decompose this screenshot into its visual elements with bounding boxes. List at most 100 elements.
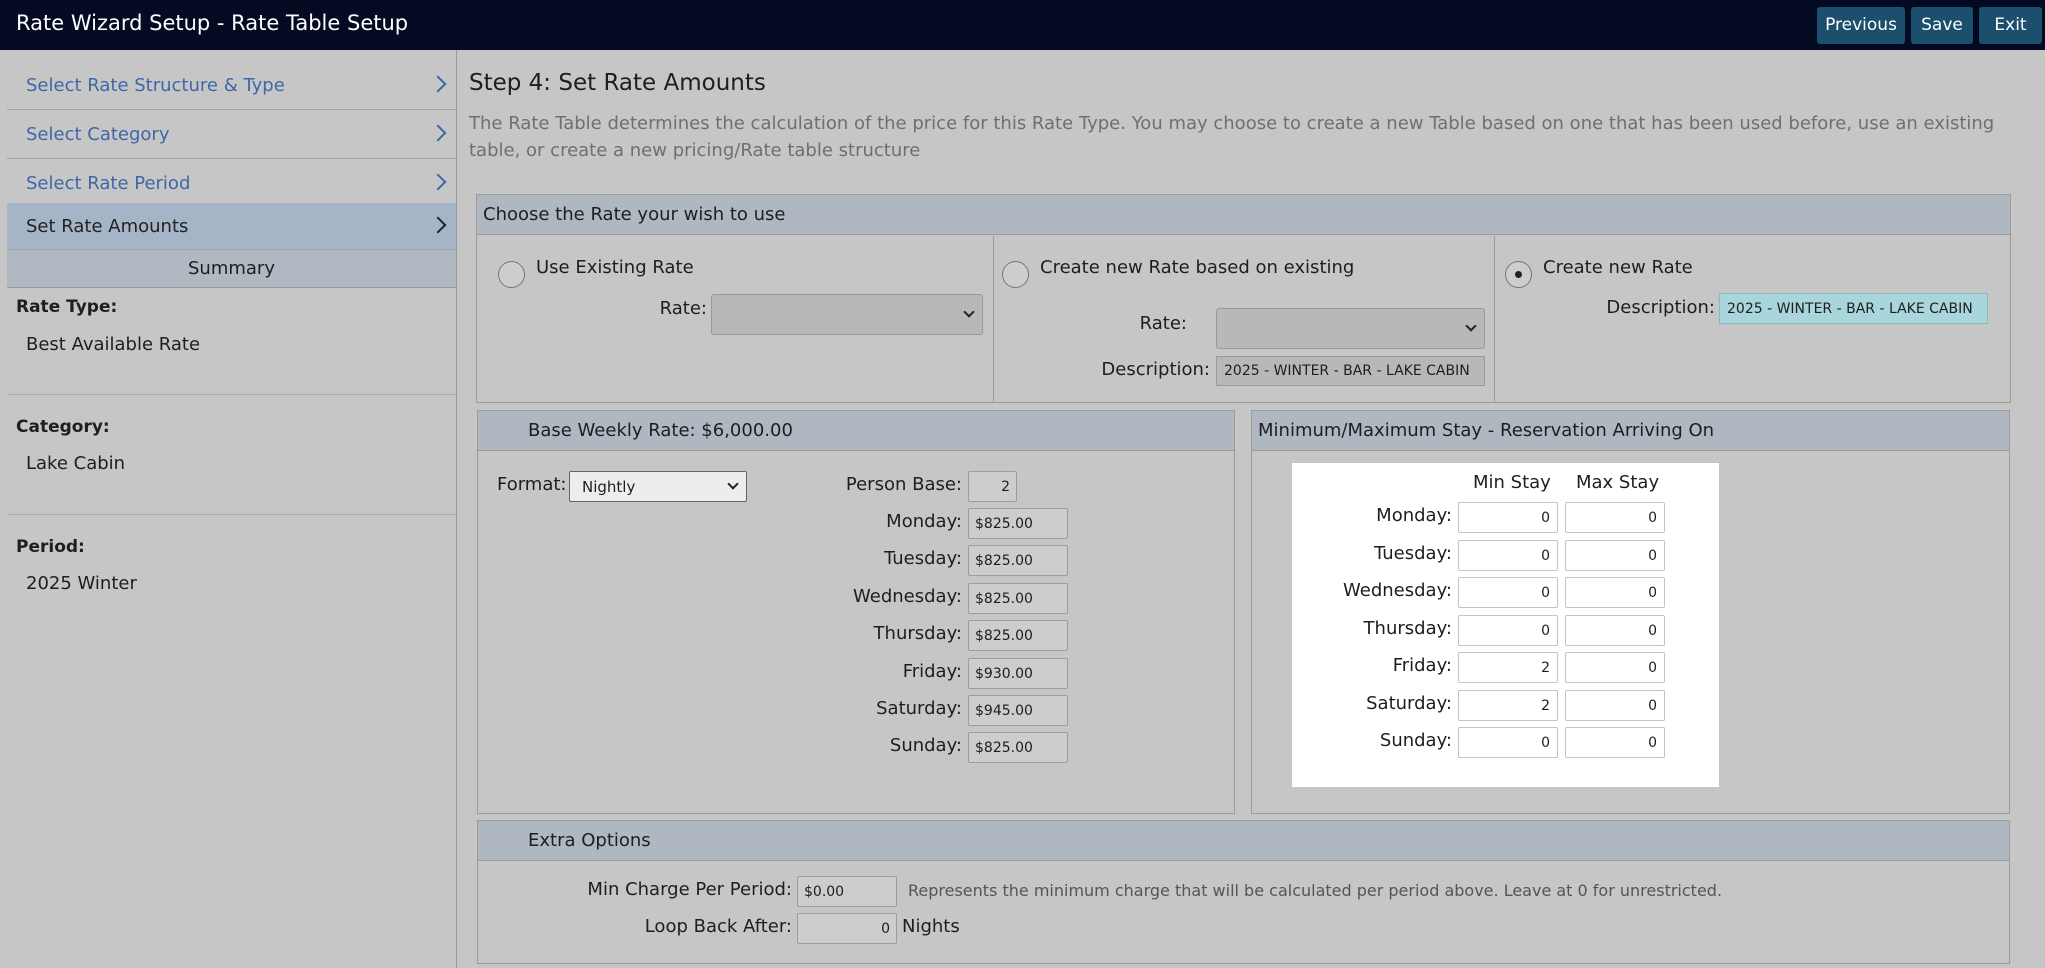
rate-input-saturday[interactable]: $945.00 xyxy=(968,695,1068,726)
max-stay-sunday[interactable]: 0 xyxy=(1565,727,1665,758)
step-label: Set Rate Amounts xyxy=(26,216,189,237)
choose-rate-title: Choose the Rate your wish to use xyxy=(483,204,786,225)
day-label-saturday: Saturday: xyxy=(876,698,962,719)
max-stay-wednesday[interactable]: 0 xyxy=(1565,577,1665,608)
stay-label-sunday: Sunday: xyxy=(1379,730,1452,751)
period-label: Period: xyxy=(16,537,85,557)
page-title: Step 4: Set Rate Amounts xyxy=(469,70,766,96)
existing-rate-select[interactable] xyxy=(711,294,983,335)
step-label: Select Rate Structure & Type xyxy=(26,75,285,96)
format-select[interactable]: Nightly xyxy=(569,471,747,502)
choose-rate-header: Choose the Rate your wish to use xyxy=(477,195,2010,235)
min-stay-saturday[interactable]: 2 xyxy=(1458,690,1558,721)
extra-options-title: Extra Options xyxy=(528,830,651,851)
rate-input-monday[interactable]: $825.00 xyxy=(968,508,1068,539)
previous-button[interactable]: Previous xyxy=(1817,7,1905,44)
step-select-category[interactable]: Select Category xyxy=(7,111,456,159)
period-value: 2025 Winter xyxy=(26,573,137,594)
min-charge-label: Min Charge Per Period: xyxy=(587,879,792,900)
rate-type-label: Rate Type: xyxy=(16,297,118,317)
save-button[interactable]: Save xyxy=(1911,7,1973,44)
window-title: Rate Wizard Setup - Rate Table Setup xyxy=(16,11,409,35)
based-description-label: Description: xyxy=(1101,359,1210,380)
min-stay-friday[interactable]: 2 xyxy=(1458,652,1558,683)
max-stay-header: Max Stay xyxy=(1576,472,1660,493)
day-label-wednesday: Wednesday: xyxy=(853,586,962,607)
based-rate-select[interactable] xyxy=(1216,308,1485,349)
person-base-label: Person Base: xyxy=(845,474,962,495)
based-rate-label: Rate: xyxy=(1139,313,1187,334)
use-existing-radio[interactable] xyxy=(498,261,525,288)
stay-label-wednesday: Wednesday: xyxy=(1343,580,1452,601)
min-stay-wednesday[interactable]: 0 xyxy=(1458,577,1558,608)
day-label-sunday: Sunday: xyxy=(889,735,962,756)
chevron-down-icon xyxy=(727,477,739,490)
rate-input-sunday[interactable]: $825.00 xyxy=(968,732,1068,763)
extra-options-header: Extra Options xyxy=(478,821,2009,861)
new-description-field[interactable]: 2025 - WINTER - BAR - LAKE CABIN xyxy=(1719,293,1988,324)
top-bar: Rate Wizard Setup - Rate Table Setup Pre… xyxy=(0,0,2045,50)
stay-label-saturday: Saturday: xyxy=(1366,693,1452,714)
day-label-monday: Monday: xyxy=(886,511,962,532)
step-select-rate-structure[interactable]: Select Rate Structure & Type xyxy=(7,62,456,110)
step-select-rate-period[interactable]: Select Rate Period xyxy=(7,160,456,208)
divider xyxy=(7,514,456,515)
exit-button[interactable]: Exit xyxy=(1979,7,2042,44)
rate-input-tuesday[interactable]: $825.00 xyxy=(968,545,1068,576)
min-stay-tuesday[interactable]: 0 xyxy=(1458,540,1558,571)
max-stay-monday[interactable]: 0 xyxy=(1565,502,1665,533)
loop-back-unit: Nights xyxy=(902,916,960,937)
rate-input-thursday[interactable]: $825.00 xyxy=(968,620,1068,651)
base-rate-header: Base Weekly Rate: $6,000.00 xyxy=(478,411,1234,451)
existing-rate-label: Rate: xyxy=(659,298,707,319)
person-base-input[interactable]: 2 xyxy=(968,471,1017,502)
stay-label-tuesday: Tuesday: xyxy=(1374,543,1452,564)
create-new-radio[interactable] xyxy=(1505,261,1532,288)
chevron-right-icon xyxy=(429,124,447,142)
step-label: Select Rate Period xyxy=(26,173,191,194)
new-description-label: Description: xyxy=(1606,297,1715,318)
create-based-label: Create new Rate based on existing xyxy=(1040,257,1355,278)
sidebar: Select Rate Structure & Type Select Cate… xyxy=(0,50,457,968)
divider xyxy=(1494,236,1495,403)
chevron-right-icon xyxy=(429,216,447,234)
min-stay-thursday[interactable]: 0 xyxy=(1458,615,1558,646)
step-label: Select Category xyxy=(26,124,170,145)
min-stay-header: Min Stay xyxy=(1473,472,1551,493)
day-label-friday: Friday: xyxy=(902,661,962,682)
extra-options-panel: Extra Options Min Charge Per Period: $0.… xyxy=(477,820,2010,964)
chevron-right-icon xyxy=(429,173,447,191)
create-based-radio[interactable] xyxy=(1002,261,1029,288)
day-label-thursday: Thursday: xyxy=(873,623,962,644)
stay-title: Minimum/Maximum Stay - Reservation Arriv… xyxy=(1258,420,1715,441)
stay-label-monday: Monday: xyxy=(1376,505,1452,526)
min-stay-sunday[interactable]: 0 xyxy=(1458,727,1558,758)
max-stay-saturday[interactable]: 0 xyxy=(1565,690,1665,721)
chevron-right-icon xyxy=(429,75,447,93)
min-charge-input[interactable]: $0.00 xyxy=(797,876,897,907)
rate-input-wednesday[interactable]: $825.00 xyxy=(968,583,1068,614)
max-stay-tuesday[interactable]: 0 xyxy=(1565,540,1665,571)
loop-back-input[interactable]: 0 xyxy=(797,913,897,944)
max-stay-friday[interactable]: 0 xyxy=(1565,652,1665,683)
base-rate-panel: Base Weekly Rate: $6,000.00 Format: Nigh… xyxy=(477,410,1235,814)
divider xyxy=(7,394,456,395)
step-set-rate-amounts[interactable]: Set Rate Amounts xyxy=(7,203,456,250)
min-charge-hint: Represents the minimum charge that will … xyxy=(908,881,1723,900)
category-label: Category: xyxy=(16,417,110,437)
stay-header: Minimum/Maximum Stay - Reservation Arriv… xyxy=(1252,411,2009,451)
use-existing-label: Use Existing Rate xyxy=(536,257,694,278)
chevron-down-icon xyxy=(1465,319,1477,332)
stay-label-thursday: Thursday: xyxy=(1363,618,1452,639)
max-stay-thursday[interactable]: 0 xyxy=(1565,615,1665,646)
rate-type-value: Best Available Rate xyxy=(26,334,201,355)
stay-label-friday: Friday: xyxy=(1392,655,1452,676)
choose-rate-panel: Choose the Rate your wish to use Use Exi… xyxy=(476,194,2011,403)
format-select-value: Nightly xyxy=(582,478,636,496)
rate-input-friday[interactable]: $930.00 xyxy=(968,658,1068,689)
stay-table: Min Stay Max Stay Monday: 0 0 Tuesday: 0… xyxy=(1292,463,1719,787)
category-value: Lake Cabin xyxy=(26,453,126,474)
loop-back-label: Loop Back After: xyxy=(644,916,792,937)
min-stay-monday[interactable]: 0 xyxy=(1458,502,1558,533)
based-description-field[interactable]: 2025 - WINTER - BAR - LAKE CABIN xyxy=(1216,356,1485,386)
